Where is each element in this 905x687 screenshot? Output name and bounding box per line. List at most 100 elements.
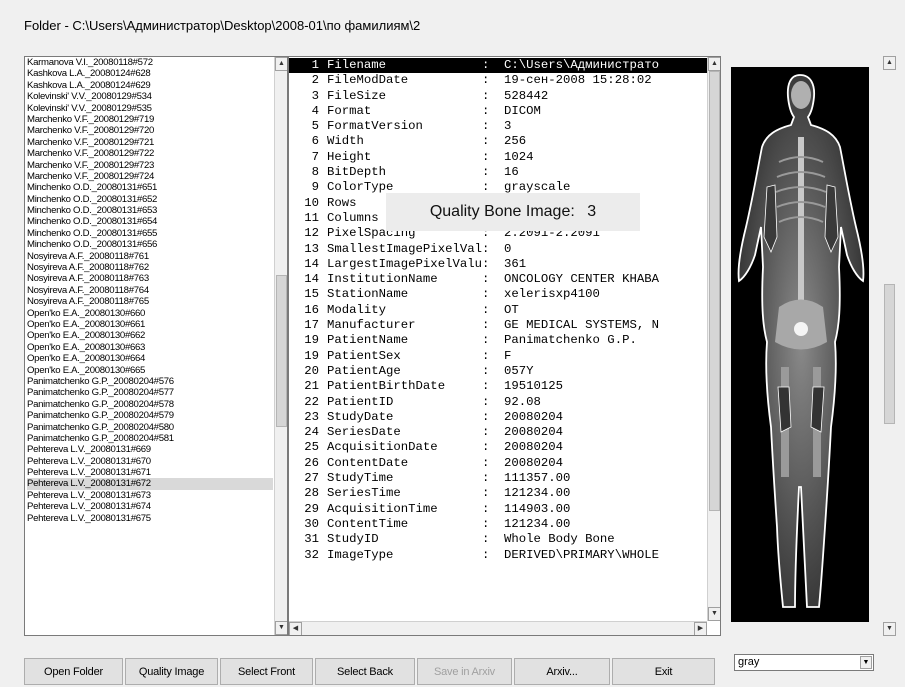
info-line[interactable]: 14 InstitutionName: ONCOLOGY CENTER KHABA bbox=[289, 272, 707, 287]
info-line[interactable]: 19 PatientSex: F bbox=[289, 349, 707, 364]
info-line[interactable]: 17 Manufacturer: GE MEDICAL SYSTEMS, N bbox=[289, 318, 707, 333]
info-line[interactable]: 25 AcquisitionDate:20080204 bbox=[289, 440, 707, 455]
list-item[interactable]: Minchenko O.D._20080131#652 bbox=[27, 194, 273, 205]
info-line[interactable]: 29 AcquisitionTime:114903.00 bbox=[289, 502, 707, 517]
list-item[interactable]: Open'ko E.A._20080130#660 bbox=[27, 308, 273, 319]
info-scrollbar[interactable]: ▲ ▼ bbox=[707, 57, 720, 621]
list-item[interactable]: Marchenko V.F._20080129#719 bbox=[27, 114, 273, 125]
file-list[interactable]: Karmanova V.I._20080118#572 Kashkova L.A.… bbox=[24, 56, 288, 636]
list-item[interactable]: Panimatchenko G.P._20080204#577 bbox=[27, 387, 273, 398]
list-item[interactable]: Panimatchenko G.P._20080204#576 bbox=[27, 376, 273, 387]
info-hscrollbar[interactable]: ◀ ▶ bbox=[289, 621, 707, 635]
info-line-number: 20 bbox=[304, 363, 319, 378]
list-item[interactable]: Panimatchenko G.P._20080204#581 bbox=[27, 433, 273, 444]
list-item[interactable]: Kolevinski' V.V._20080129#535 bbox=[27, 103, 273, 114]
arrow-down-icon[interactable]: ▼ bbox=[275, 621, 287, 635]
info-line[interactable]: 21 PatientBirthDate:19510125 bbox=[289, 379, 707, 394]
colormap-select[interactable]: gray ▼ bbox=[734, 654, 874, 671]
info-line[interactable]: 30 ContentTime:121234.00 bbox=[289, 517, 707, 532]
save-in-arxiv-button[interactable]: Save in Arxiv bbox=[417, 658, 512, 685]
arrow-down-icon[interactable]: ▼ bbox=[708, 607, 720, 621]
info-line[interactable]: 22 PatientID:92.08 bbox=[289, 395, 707, 410]
arxiv-button[interactable]: Arxiv... bbox=[514, 658, 610, 685]
file-list-scrollbar[interactable]: ▲ ▼ bbox=[274, 57, 287, 635]
arrow-up-icon[interactable]: ▲ bbox=[708, 57, 720, 71]
select-front-button[interactable]: Select Front bbox=[220, 658, 313, 685]
list-item[interactable]: Panimatchenko G.P._20080204#580 bbox=[27, 422, 273, 433]
list-item[interactable]: Panimatchenko G.P._20080204#578 bbox=[27, 399, 273, 410]
list-item[interactable]: Kolevinski' V.V._20080129#534 bbox=[27, 91, 273, 102]
info-line[interactable]: 28 SeriesTime:121234.00 bbox=[289, 486, 707, 501]
info-line[interactable]: 8 BitDepth:16 bbox=[289, 165, 707, 180]
info-line-separator: : bbox=[482, 501, 490, 516]
list-item[interactable]: Marchenko V.F._20080129#721 bbox=[27, 137, 273, 148]
list-item[interactable]: Minchenko O.D._20080131#656 bbox=[27, 239, 273, 250]
info-line-number: 14 bbox=[304, 256, 319, 271]
info-line[interactable]: 23 StudyDate:20080204 bbox=[289, 410, 707, 425]
quality-image-button[interactable]: Quality Image bbox=[125, 658, 218, 685]
list-item[interactable]: Karmanova V.I._20080118#572 bbox=[27, 57, 273, 68]
file-list-scroll-thumb[interactable] bbox=[276, 275, 287, 427]
list-item[interactable]: Nosyireva A.F._20080118#763 bbox=[27, 273, 273, 284]
info-line[interactable]: 20 PatientAge:057Y bbox=[289, 364, 707, 379]
list-item[interactable]: Marchenko V.F._20080129#723 bbox=[27, 160, 273, 171]
info-line[interactable]: 24 SeriesDate:20080204 bbox=[289, 425, 707, 440]
list-item[interactable]: Open'ko E.A._20080130#664 bbox=[27, 353, 273, 364]
exit-button[interactable]: Exit bbox=[612, 658, 715, 685]
info-scroll-thumb[interactable] bbox=[709, 71, 720, 511]
list-item[interactable]: Pehtereva L.V._20080131#670 bbox=[27, 456, 273, 467]
info-line[interactable]: 27 StudyTime:111357.00 bbox=[289, 471, 707, 486]
arrow-down-icon[interactable]: ▼ bbox=[883, 622, 896, 636]
info-line-separator: : bbox=[482, 486, 490, 501]
open-folder-button[interactable]: Open Folder bbox=[24, 658, 123, 685]
arrow-up-icon[interactable]: ▲ bbox=[883, 56, 896, 70]
info-line[interactable]: 5 FormatVersion:3 bbox=[289, 119, 707, 134]
info-line[interactable]: 2 FileModDate:19-сен-2008 15:28:02 bbox=[289, 73, 707, 88]
list-item[interactable]: Pehtereva L.V._20080131#669 bbox=[27, 444, 273, 455]
info-line[interactable]: 31 StudyID: Whole Body Bone bbox=[289, 532, 707, 547]
image-scrollbar[interactable]: ▲ ▼ bbox=[883, 56, 896, 636]
info-line[interactable]: 32 ImageType: DERIVED\PRIMARY\WHOLE bbox=[289, 548, 707, 563]
info-line[interactable]: 4 Format: DICOM bbox=[289, 104, 707, 119]
info-line[interactable]: 13 SmallestImagePixelValue: 0 bbox=[289, 242, 707, 257]
list-item[interactable]: Open'ko E.A._20080130#662 bbox=[27, 330, 273, 341]
list-item[interactable]: Minchenko O.D._20080131#653 bbox=[27, 205, 273, 216]
list-item[interactable]: Nosyireva A.F._20080118#762 bbox=[27, 262, 273, 273]
list-item[interactable]: Pehtereva L.V._20080131#672 bbox=[27, 478, 273, 490]
list-item[interactable]: Nosyireva A.F._20080118#764 bbox=[27, 285, 273, 296]
arrow-right-icon[interactable]: ▶ bbox=[694, 622, 707, 635]
list-item[interactable]: Pehtereva L.V._20080131#675 bbox=[27, 513, 273, 524]
list-item[interactable]: Marchenko V.F._20080129#724 bbox=[27, 171, 273, 182]
list-item[interactable]: Minchenko O.D._20080131#654 bbox=[27, 216, 273, 227]
list-item[interactable]: Open'ko E.A._20080130#663 bbox=[27, 342, 273, 353]
list-item[interactable]: Kashkova L.A._20080124#628 bbox=[27, 68, 273, 79]
list-item[interactable]: Minchenko O.D._20080131#655 bbox=[27, 228, 273, 239]
info-line[interactable]: 1 Filename: C:\Users\Администрато bbox=[289, 58, 707, 74]
list-item[interactable]: Marchenko V.F._20080129#722 bbox=[27, 148, 273, 159]
info-line[interactable]: 3 FileSize:528442 bbox=[289, 89, 707, 104]
list-item[interactable]: Open'ko E.A._20080130#661 bbox=[27, 319, 273, 330]
list-item[interactable]: Minchenko O.D._20080131#651 bbox=[27, 182, 273, 193]
list-item[interactable]: Pehtereva L.V._20080131#671 bbox=[27, 467, 273, 478]
info-line[interactable]: 19 PatientName: Panimatchenko G.P. bbox=[289, 333, 707, 348]
info-line[interactable]: 26 ContentDate:20080204 bbox=[289, 456, 707, 471]
arrow-up-icon[interactable]: ▲ bbox=[275, 57, 287, 71]
list-item[interactable]: Panimatchenko G.P._20080204#579 bbox=[27, 410, 273, 421]
list-item[interactable]: Nosyireva A.F._20080118#761 bbox=[27, 251, 273, 262]
image-scroll-thumb[interactable] bbox=[884, 284, 895, 424]
info-line[interactable]: 14 LargestImagePixelValue: 361 bbox=[289, 257, 707, 272]
select-back-button[interactable]: Select Back bbox=[315, 658, 415, 685]
list-item[interactable]: Nosyireva A.F._20080118#765 bbox=[27, 296, 273, 307]
list-item[interactable]: Open'ko E.A._20080130#665 bbox=[27, 365, 273, 376]
arrow-left-icon[interactable]: ◀ bbox=[289, 622, 302, 635]
list-item[interactable]: Marchenko V.F._20080129#720 bbox=[27, 125, 273, 136]
list-item[interactable]: Pehtereva L.V._20080131#674 bbox=[27, 501, 273, 512]
info-line[interactable]: 16 Modality: OT bbox=[289, 303, 707, 318]
info-line[interactable]: 6 Width:256 bbox=[289, 134, 707, 149]
info-line[interactable]: 15 StationName: xelerisxp4100 bbox=[289, 287, 707, 302]
info-line[interactable]: 7 Height:1024 bbox=[289, 150, 707, 165]
list-item[interactable]: Kashkova L.A._20080124#629 bbox=[27, 80, 273, 91]
list-item[interactable]: Pehtereva L.V._20080131#673 bbox=[27, 490, 273, 501]
dicom-info-panel[interactable]: 1 Filename: C:\Users\Администрато 2 FileModD… bbox=[288, 56, 721, 636]
chevron-down-icon[interactable]: ▼ bbox=[860, 656, 872, 669]
